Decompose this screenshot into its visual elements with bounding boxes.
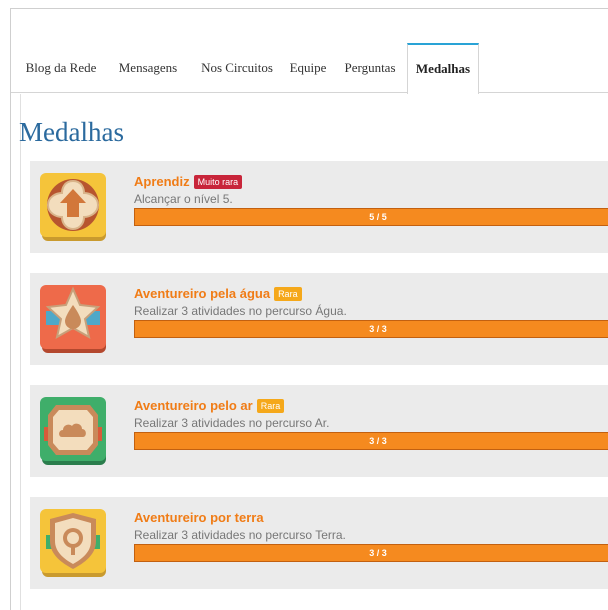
medal-card-aprendiz[interactable]: Aprendiz Muito rara Alcançar o nível 5. 5…	[30, 161, 608, 253]
medal-description: Alcançar o nível 5.	[134, 192, 233, 206]
progress-bar: 3 / 3	[134, 432, 608, 450]
medal-name-text: Aventureiro pela água	[134, 286, 271, 301]
medal-card-aventureiro-pelo-ar[interactable]: Aventureiro pelo ar Rara Realizar 3 ativi…	[30, 385, 608, 477]
tab-blog-da-rede[interactable]: Blog da Rede	[19, 43, 103, 93]
progress-text: 5 / 5	[369, 212, 387, 222]
tab-perguntas[interactable]: Perguntas	[335, 43, 405, 93]
progress-text: 3 / 3	[369, 436, 387, 446]
medal-name-text: Aprendiz	[134, 174, 190, 189]
medal-description: Realizar 3 atividades no percurso Água.	[134, 304, 347, 318]
progress-text: 3 / 3	[369, 548, 387, 558]
tree-icon	[40, 509, 106, 577]
water-drop-icon	[40, 285, 106, 353]
tab-medalhas[interactable]: Medalhas	[407, 43, 479, 94]
progress-bar: 5 / 5	[134, 208, 608, 226]
medal-card-aventureiro-por-terra[interactable]: Aventureiro por terra Realizar 3 ativida…	[30, 497, 608, 589]
cloud-icon	[40, 397, 106, 465]
medal-card-aventureiro-pela-agua[interactable]: Aventureiro pela água Rara Realizar 3 ati…	[30, 273, 608, 365]
medal-name: Aventureiro pela água Rara	[134, 286, 302, 301]
tab-bar: Blog da Rede Mensagens Nos Circuitos Equ…	[11, 43, 608, 94]
medal-name: Aprendiz Muito rara	[134, 174, 243, 189]
medal-name: Aventureiro por terra	[134, 510, 264, 525]
medal-description: Realizar 3 atividades no percurso Ar.	[134, 416, 330, 430]
progress-bar: 3 / 3	[134, 544, 608, 562]
progress-bar: 3 / 3	[134, 320, 608, 338]
page-title: Medalhas	[19, 117, 124, 147]
medal-name: Aventureiro pelo ar Rara	[134, 398, 285, 413]
rarity-badge: Rara	[256, 399, 285, 413]
medal-name-text: Aventureiro pelo ar	[134, 398, 253, 413]
progress-text: 3 / 3	[369, 324, 387, 334]
arrow-up-icon	[40, 173, 106, 241]
tab-mensagens[interactable]: Mensagens	[111, 43, 185, 93]
medal-name-text: Aventureiro por terra	[134, 510, 264, 525]
tab-nos-circuitos[interactable]: Nos Circuitos	[193, 43, 281, 93]
rarity-badge: Muito rara	[193, 175, 243, 189]
medal-description: Realizar 3 atividades no percurso Terra.	[134, 528, 346, 542]
tab-equipe[interactable]: Equipe	[283, 43, 333, 93]
rarity-badge: Rara	[274, 287, 302, 301]
